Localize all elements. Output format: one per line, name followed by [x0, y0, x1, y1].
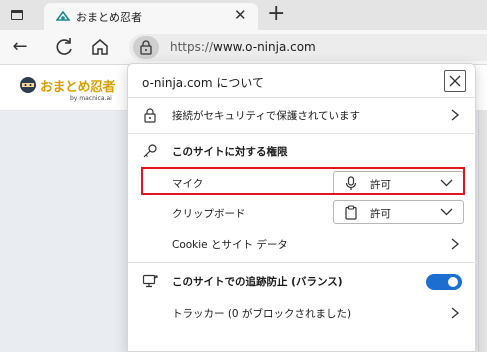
lock-icon — [140, 40, 152, 55]
cookie-label: Cookie とサイト データ — [172, 239, 288, 251]
back-icon[interactable]: ← — [8, 35, 32, 59]
tracking-prevention-row: このサイトでの追跡防止 (バランス) — [128, 266, 477, 296]
tab-strip: おまとめ忍者 ✕ + — [0, 0, 487, 30]
page-scrollbar[interactable] — [478, 111, 487, 352]
url-text: https://www.o-ninja.com — [170, 40, 316, 54]
chevron-right-icon — [451, 307, 460, 319]
divider — [128, 262, 477, 263]
browser-tab[interactable]: おまとめ忍者 ✕ — [44, 3, 258, 30]
ninja-logo-icon — [20, 77, 36, 93]
site-favicon-icon — [56, 10, 70, 21]
logo-text: おまとめ忍者 — [40, 80, 116, 95]
lock-icon — [144, 108, 156, 123]
permission-value: 許可 — [370, 208, 391, 220]
chevron-down-icon — [440, 208, 453, 216]
chevron-right-icon — [451, 109, 460, 121]
tracking-prevention-icon — [142, 274, 158, 288]
tab-title: おまとめ忍者 — [76, 11, 142, 24]
permission-label: クリップボード — [172, 208, 246, 220]
chevron-right-icon — [451, 238, 460, 250]
connection-row[interactable]: 接続がセキュリティで保護されています — [128, 100, 477, 130]
permissions-heading-row: このサイトに対する権限 — [128, 136, 477, 166]
clipboard-icon — [345, 205, 357, 220]
site-logo[interactable]: おまとめ忍者 by macnica.ai — [18, 75, 128, 105]
trackers-label: トラッカー (0 がブロックされました) — [172, 308, 352, 320]
toolbar: ← https://www.o-ninja.com — [0, 30, 487, 65]
divider — [128, 133, 477, 134]
trackers-row[interactable]: トラッカー (0 がブロックされました) — [128, 298, 477, 328]
site-info-panel: o-ninja.com について 接続がセキュリティで保護されています このサイ… — [127, 63, 477, 352]
connection-label: 接続がセキュリティで保護されています — [172, 110, 361, 122]
clipboard-permission-select[interactable]: 許可 — [333, 200, 464, 224]
home-icon[interactable] — [88, 35, 112, 59]
tracking-prevention-toggle[interactable] — [426, 274, 462, 290]
highlight-box — [141, 167, 465, 195]
close-icon — [449, 75, 461, 87]
site-info-button[interactable] — [133, 36, 159, 59]
logo-subtext: by macnica.ai — [70, 95, 112, 102]
address-bar[interactable]: https://www.o-ninja.com — [129, 34, 487, 61]
tracking-heading: このサイトでの追跡防止 (バランス) — [172, 276, 343, 288]
tab-close-icon[interactable]: ✕ — [234, 6, 247, 24]
new-tab-icon[interactable]: + — [267, 1, 285, 26]
cookie-row[interactable]: Cookie とサイト データ — [128, 229, 477, 259]
permissions-heading: このサイトに対する権限 — [172, 146, 288, 158]
divider — [128, 97, 477, 98]
tab-actions-icon[interactable] — [8, 6, 26, 24]
key-icon — [143, 144, 157, 158]
refresh-icon[interactable] — [52, 35, 76, 59]
panel-title: o-ninja.com について — [142, 76, 265, 90]
close-panel-button[interactable] — [444, 70, 466, 92]
